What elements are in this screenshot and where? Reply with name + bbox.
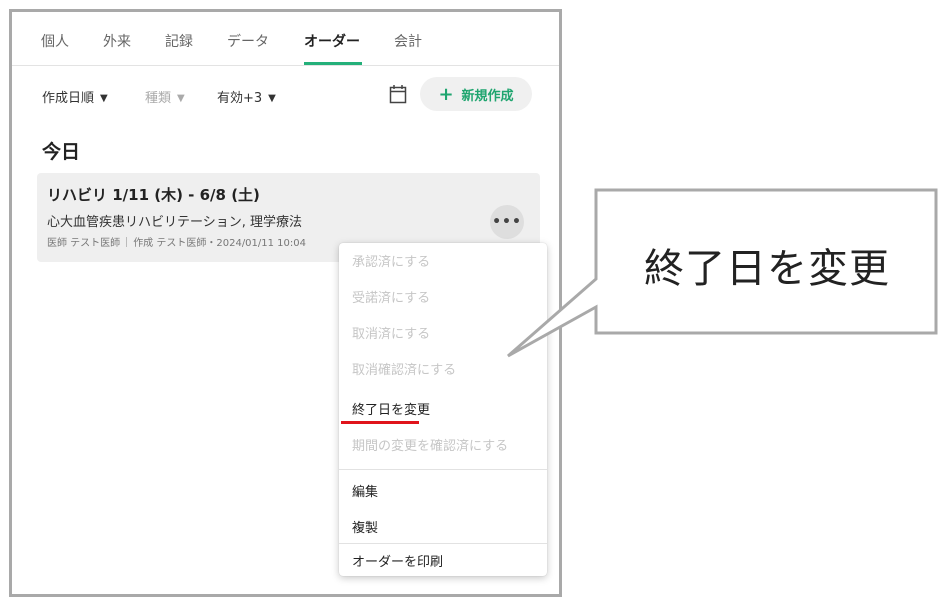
type-dropdown[interactable]: 種類 ▼ [145,87,185,106]
new-order-label: 新規作成 [461,88,514,104]
more-horizontal-icon[interactable]: ••• [490,205,524,239]
order-subtitle: 心大血管疾患リハビリテーション, 理学療法 [47,215,303,230]
menu-item-edit[interactable]: 編集 [339,475,547,511]
menu-divider [339,543,547,544]
calendar-icon[interactable] [389,84,407,104]
tab-orders[interactable]: オーダー [304,31,360,51]
status-filter-label: 有効+3 [217,91,263,106]
sort-dropdown[interactable]: 作成日順 ▼ [42,87,108,106]
status-filter-dropdown[interactable]: 有効+3 ▼ [217,87,276,106]
caret-down-icon: ▼ [100,93,108,104]
tab-personal[interactable]: 個人 [41,31,69,51]
order-doctor: 医師 テスト医師 [47,238,121,249]
menu-item-mark-cancel-confirmed: 取消確認済にする [352,363,457,378]
type-label: 種類 [145,91,172,106]
section-title: 今日 [42,141,81,163]
menu-item-mark-cancelled: 取消済にする [352,327,431,342]
tab-bar: 個人 外来 記録 データ オーダー 会計 [12,12,559,66]
menu-item-print-order[interactable]: オーダーを印刷 [339,545,547,581]
menu-item-mark-accepted: 受諾済にする [352,291,431,306]
menu-divider [339,469,547,470]
menu-item-mark-approved: 承認済にする [352,255,431,270]
order-created: 作成 テスト医師・2024/01/11 10:04 [133,238,306,249]
caret-down-icon: ▼ [268,93,276,104]
order-context-menu: 承認済にする 受諾済にする 取消済にする 取消確認済にする 終了日を変更 期間の… [339,243,547,576]
order-meta: 医師 テスト医師 作成 テスト医師・2024/01/11 10:04 [47,234,306,249]
tab-billing[interactable]: 会計 [394,31,422,51]
callout-text: 終了日を変更 [644,246,890,292]
new-order-button[interactable]: + 新規作成 [420,77,532,111]
plus-icon: + [438,83,454,105]
tab-data[interactable]: データ [227,31,269,51]
active-tab-indicator [304,62,362,65]
tab-records[interactable]: 記録 [165,31,193,51]
sort-label: 作成日順 [42,91,95,106]
tab-outpatient[interactable]: 外来 [103,31,131,51]
orders-panel: 個人 外来 記録 データ オーダー 会計 作成日順 ▼ 種類 ▼ 有効+3 ▼ + 新… [9,9,562,597]
menu-item-confirm-period-change: 期間の変更を確認済にする [352,439,509,454]
divider [126,237,128,247]
menu-item-duplicate[interactable]: 複製 [339,511,547,547]
caret-down-icon: ▼ [177,93,185,104]
highlight-underline [341,421,419,424]
order-title: リハビリ 1/11 (木) - 6/8 (土) [47,186,260,204]
